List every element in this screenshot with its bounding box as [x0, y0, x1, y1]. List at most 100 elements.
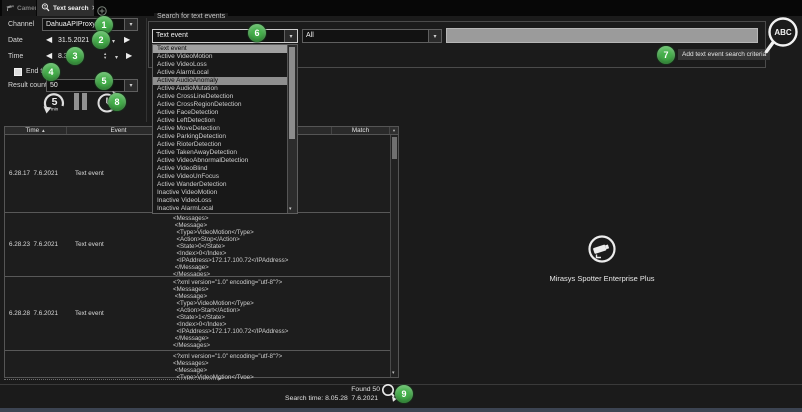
cell-message: <?xml version="1.0" encoding="utf-8"?> <… — [171, 277, 332, 350]
dropdown-item[interactable]: Active RioterDetection — [153, 141, 287, 149]
time-label: Time — [8, 53, 23, 60]
tab-bar: Cameras ✕ Text search ✕ — [0, 0, 802, 16]
scope-value: All — [303, 30, 428, 42]
annotation-badge-6: 6 — [248, 24, 266, 42]
close-icon[interactable]: ✕ — [92, 4, 94, 12]
cell-time: 6.28.28 7.6.2021 — [5, 277, 67, 350]
dropdown-item[interactable]: Active WanderDetection — [153, 181, 287, 189]
cell-message: <Messages> <Message> <Type>VideoMotion</… — [171, 213, 332, 276]
cell-match — [332, 135, 390, 212]
date-label: Date — [8, 37, 23, 44]
annotation-badge-3: 3 — [66, 47, 84, 65]
dropdown-item[interactable]: Active VideoLoss — [153, 61, 287, 69]
annotation-badge-2: 2 — [92, 31, 110, 49]
camera-icon — [6, 0, 14, 16]
bottom-window-strip — [0, 408, 802, 412]
dropdown-item[interactable]: Active VideoBlind — [153, 165, 287, 173]
dropdown-item[interactable]: Active CrossRegionDetection — [153, 101, 287, 109]
end-time-checkbox[interactable] — [14, 68, 22, 76]
table-row[interactable]: 6.28.23 7.6.2021 Text event <Messages> <… — [5, 213, 398, 277]
cell-match — [332, 351, 390, 379]
cell-time: 6.28.17 7.6.2021 — [5, 135, 67, 212]
product-name: Mirasys Spotter Enterprise Plus — [502, 274, 702, 283]
new-tab-button[interactable] — [97, 3, 107, 13]
dropdown-scrollbar[interactable]: ▾ — [287, 45, 297, 213]
annotation-badge-7: 7 — [657, 46, 675, 64]
dropdown-icon[interactable]: ▾ — [124, 19, 137, 30]
dropdown-item[interactable]: Active VideoMotion — [153, 53, 287, 61]
event-type-dropdown-list: Text event Active VideoMotion Active Vid… — [152, 44, 298, 214]
table-row[interactable]: 6.28.28 7.6.2021 Text event <?xml versio… — [5, 277, 398, 351]
channel-select[interactable]: DahuaAPIProxy ▾ — [42, 18, 138, 31]
cell-time: 6.28.23 7.6.2021 — [5, 213, 67, 276]
date-dropdown-icon[interactable]: ▾ — [112, 38, 115, 46]
column-header-time[interactable]: Time ▲ — [5, 127, 67, 134]
branding: Mirasys Spotter Enterprise Plus — [502, 234, 702, 283]
table-vertical-scrollbar[interactable]: ▾ — [390, 135, 398, 377]
annotation-badge-4: 4 — [42, 63, 60, 81]
date-value[interactable]: 31.5.2021 — [58, 37, 89, 44]
scrollbar-thumb[interactable] — [289, 47, 295, 139]
tab-cameras[interactable]: Cameras ✕ — [2, 0, 36, 16]
column-header-match[interactable]: Match — [332, 127, 390, 134]
search-text-input[interactable] — [446, 28, 758, 43]
dropdown-item[interactable]: Active MoveDetection — [153, 125, 287, 133]
table-row[interactable]: <?xml version="1.0" encoding="utf-8"?> <… — [5, 351, 398, 379]
refresh-5min-button[interactable]: 5 min — [42, 89, 66, 121]
time-next-icon[interactable]: ▶ — [126, 52, 132, 60]
cell-event: Text event — [67, 277, 171, 350]
dropdown-item[interactable]: Active LeftDetection — [153, 117, 287, 125]
column-header-time-label: Time — [25, 127, 39, 134]
time-spinner[interactable]: ▴ ▾ — [104, 52, 106, 60]
cell-match — [332, 277, 390, 350]
tab-text-search-label: Text search — [53, 5, 89, 12]
search-group-legend: Search for text events — [154, 13, 228, 20]
date-prev-icon[interactable]: ◀ — [46, 36, 52, 44]
cell-event — [67, 351, 171, 379]
cell-message: <?xml version="1.0" encoding="utf-8"?> <… — [171, 351, 332, 379]
annotation-badge-5: 5 — [95, 72, 113, 90]
search-time: Search time: 8.05.28 7.6.2021 — [285, 395, 378, 402]
dropdown-item[interactable]: Active VideoAbnormalDetection — [153, 157, 287, 165]
cell-match — [332, 213, 390, 276]
dropdown-icon[interactable]: ▾ — [124, 80, 137, 91]
dropdown-item[interactable]: Active AudioAnomaly — [153, 77, 287, 85]
scrollbar-thumb[interactable] — [392, 137, 397, 159]
dropdown-item[interactable]: Active AlarmLocal — [153, 69, 287, 77]
dropdown-item[interactable]: Inactive VideoLoss — [153, 197, 287, 205]
dropdown-icon[interactable]: ▾ — [284, 30, 297, 42]
scope-select[interactable]: All ▾ — [302, 29, 442, 43]
pause-button[interactable] — [73, 93, 88, 115]
date-next-icon[interactable]: ▶ — [124, 36, 130, 44]
dropdown-item[interactable]: Active AudioMutation — [153, 85, 287, 93]
found-count: Found 50 — [351, 386, 380, 393]
dropdown-item[interactable]: Active VideoUnFocus — [153, 173, 287, 181]
time-dropdown-icon[interactable]: ▾ — [115, 54, 118, 62]
dropdown-item[interactable]: Active ParkingDetection — [153, 133, 287, 141]
sort-ascending-icon: ▲ — [41, 128, 45, 133]
dropdown-item[interactable]: Inactive AlarmLocal — [153, 205, 287, 213]
add-criteria-label[interactable]: Add text event search criteria — [678, 49, 770, 60]
spinner-down-icon[interactable]: ▾ — [104, 56, 106, 60]
column-options-button[interactable]: ▾ — [390, 127, 398, 134]
dropdown-item[interactable]: Active FaceDetection — [153, 109, 287, 117]
dropdown-item[interactable]: Inactive VideoMotion — [153, 189, 287, 197]
time-prev-icon[interactable]: ◀ — [46, 52, 52, 60]
dropdown-item[interactable]: Active CrossLineDetection — [153, 93, 287, 101]
cell-event: Text event — [67, 213, 171, 276]
tab-text-search[interactable]: Text search ✕ — [37, 0, 94, 16]
dropdown-item[interactable]: Text event — [153, 45, 287, 53]
abc-icon-text: ABC — [774, 28, 792, 37]
text-search-abc-button[interactable]: ABC — [763, 13, 802, 62]
scroll-down-icon[interactable]: ▾ — [289, 206, 292, 212]
dropdown-item[interactable]: Active TakenAwayDetection — [153, 149, 287, 157]
app-window: Cameras ✕ Text search ✕ Channel DahuaAPI… — [0, 0, 802, 412]
event-type-select[interactable]: Text event ▾ — [152, 29, 298, 43]
panel-divider — [146, 18, 147, 122]
channel-label: Channel — [8, 21, 34, 28]
dropdown-icon: ▾ — [393, 128, 395, 134]
cctv-camera-logo-icon — [586, 234, 618, 266]
annotation-badge-9: 9 — [395, 385, 413, 403]
dropdown-icon[interactable]: ▾ — [428, 30, 441, 42]
scroll-down-icon[interactable]: ▾ — [392, 370, 395, 376]
